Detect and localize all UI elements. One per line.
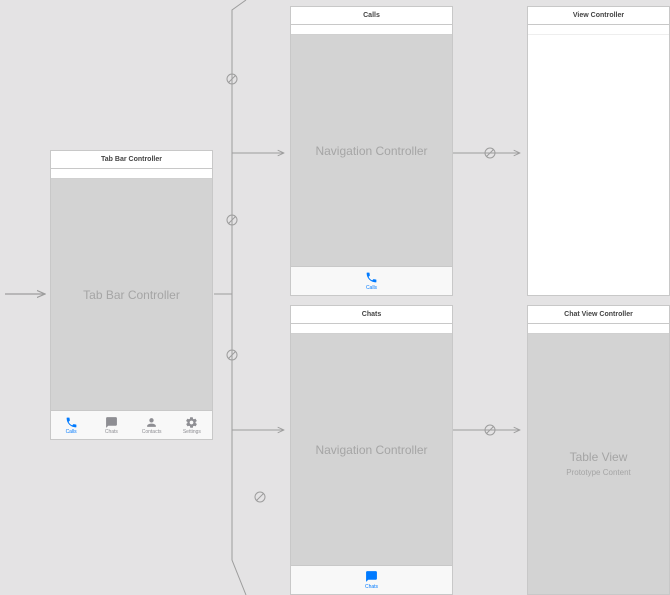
tab-item-settings[interactable]: Settings [172, 411, 212, 439]
scene-body-label: Navigation Controller [315, 443, 427, 457]
gear-icon [185, 416, 198, 429]
scene-title: Chat View Controller [528, 306, 669, 324]
chat-icon [105, 416, 118, 429]
scene-tab-bar-controller[interactable]: Tab Bar Controller Tab Bar Controller Ca… [50, 150, 213, 440]
tab-item-contacts[interactable]: Contacts [132, 411, 172, 439]
tab-bar: Calls [291, 266, 452, 295]
tab-label: Contacts [142, 430, 162, 435]
scene-chat-view-controller[interactable]: Chat View Controller Table View Prototyp… [527, 305, 670, 595]
table-view-label: Table View [570, 450, 628, 464]
scene-title: Chats [291, 306, 452, 324]
chat-icon [365, 570, 378, 583]
tab-item-calls[interactable]: Calls [51, 411, 91, 439]
segue-marker [484, 147, 496, 159]
segue-marker [226, 73, 238, 85]
prototype-content-label: Prototype Content [566, 468, 630, 477]
tab-label: Settings [183, 430, 201, 435]
status-bar [528, 25, 669, 35]
phone-icon [365, 271, 378, 284]
tab-bar: Calls Chats Contacts Settings [51, 410, 212, 439]
contact-icon [145, 416, 158, 429]
tab-label: Calls [66, 430, 77, 435]
tab-item-chats[interactable]: Chats [91, 411, 131, 439]
scene-title: Calls [291, 7, 452, 25]
scene-body-label: Tab Bar Controller [83, 288, 180, 302]
scene-nav-chats[interactable]: Chats Navigation Controller Chats [290, 305, 453, 595]
scene-nav-calls[interactable]: Calls Navigation Controller Calls [290, 6, 453, 296]
tab-label: Calls [366, 285, 377, 291]
phone-icon [65, 416, 78, 429]
scene-view-controller[interactable]: View Controller [527, 6, 670, 296]
tab-label: Chats [365, 584, 378, 590]
segue-marker [484, 424, 496, 436]
tab-label: Chats [105, 430, 118, 435]
segue-marker [226, 349, 238, 361]
scene-title: View Controller [528, 7, 669, 25]
segue-marker [226, 214, 238, 226]
tab-bar: Chats [291, 565, 452, 594]
scene-body-label: Navigation Controller [315, 144, 427, 158]
segue-marker [254, 491, 266, 503]
scene-title: Tab Bar Controller [51, 151, 212, 169]
